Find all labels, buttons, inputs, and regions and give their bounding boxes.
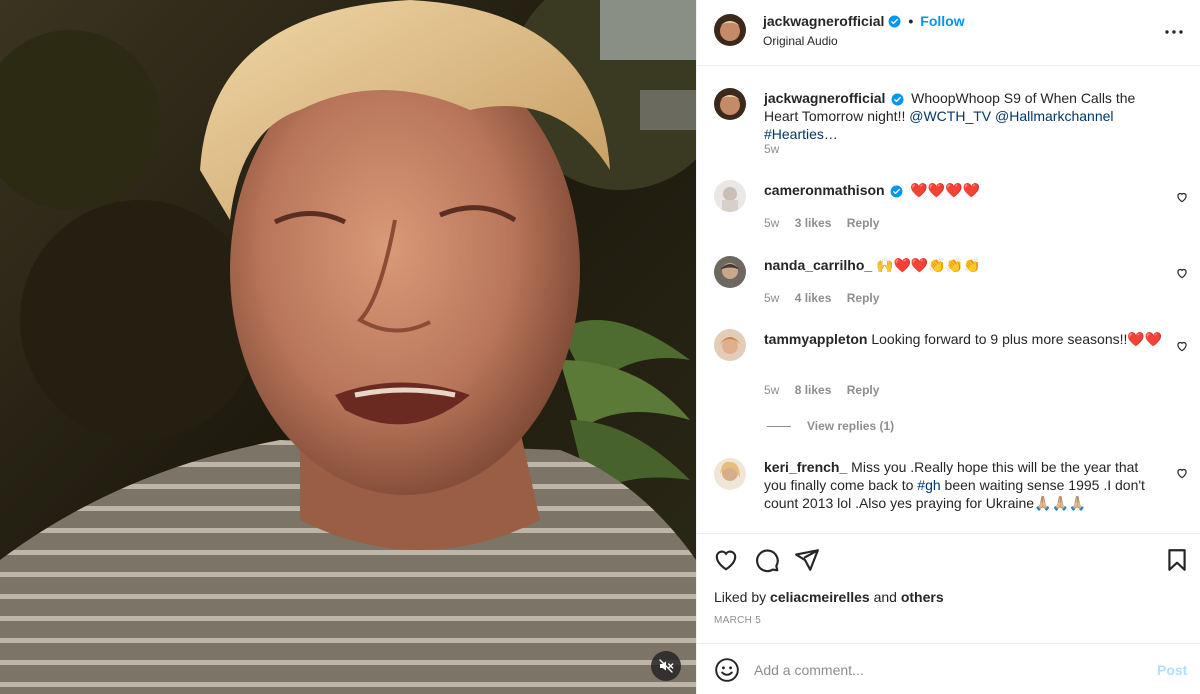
more-options-icon[interactable]: [1162, 20, 1186, 44]
commenter-username[interactable]: nanda_carrilho_: [764, 257, 872, 273]
caption-text: jackwagnerofficial WhoopWhoop S9 of When…: [764, 89, 1164, 143]
comment-likes[interactable]: 3 likes: [795, 216, 832, 230]
author-avatar[interactable]: [714, 88, 746, 120]
follow-button[interactable]: Follow: [920, 13, 964, 29]
view-replies-button[interactable]: View replies (1): [767, 419, 894, 433]
reply-button[interactable]: Reply: [847, 216, 880, 230]
comment-time: 5w: [764, 216, 780, 230]
commenter-avatar[interactable]: [714, 256, 746, 288]
save-icon[interactable]: [1164, 547, 1190, 573]
verified-badge-icon: [888, 15, 901, 27]
mute-toggle-button[interactable]: [651, 651, 681, 681]
liked-by-prefix: Liked by: [714, 589, 771, 605]
caption-hashtag[interactable]: #Hearties…: [764, 126, 838, 142]
separator-dot: •: [908, 13, 914, 29]
comment-meta: 5w 8 likes Reply: [764, 383, 891, 397]
comment-likes[interactable]: 4 likes: [795, 291, 832, 305]
post-details-panel: jackwagnerofficial • Follow Original Aud…: [696, 0, 1200, 694]
verified-badge-icon: [891, 185, 903, 198]
liked-by-others[interactable]: others: [901, 589, 944, 605]
reply-button[interactable]: Reply: [847, 291, 880, 305]
post-header: jackwagnerofficial • Follow Original Aud…: [697, 0, 1200, 66]
author-avatar[interactable]: [714, 14, 746, 46]
view-replies-label: View replies (1): [807, 419, 895, 433]
comment-text: Looking forward to 9 plus more seasons!!…: [871, 331, 1163, 347]
comment-likes[interactable]: 8 likes: [795, 383, 832, 397]
comment-time: 5w: [764, 383, 780, 397]
add-comment-bar: Post: [697, 643, 1200, 694]
comment-hashtag[interactable]: #gh: [917, 477, 940, 493]
caption-mention[interactable]: @Hallmarkchannel: [995, 108, 1113, 124]
video-frame-image: [0, 0, 696, 694]
commenter-avatar[interactable]: [714, 180, 746, 212]
caption-mention[interactable]: @WCTH_TV: [909, 108, 991, 124]
comment-meta: 5w 3 likes Reply: [764, 216, 891, 230]
comment-input[interactable]: [754, 657, 1134, 683]
commenter-username[interactable]: keri_french_: [764, 459, 847, 475]
comment-text: ❤️❤️❤️❤️: [910, 182, 981, 198]
commenter-username[interactable]: tammyappleton: [764, 331, 867, 347]
comments-list[interactable]: jackwagnerofficial WhoopWhoop S9 of When…: [697, 67, 1200, 533]
post-comment-button[interactable]: Post: [1157, 662, 1187, 678]
caption-meta: 5w: [764, 142, 791, 156]
post-actions: Liked by celiacmeirelles and others MARC…: [697, 533, 1200, 643]
comment-time: 5w: [764, 291, 780, 305]
heart-icon[interactable]: [1175, 466, 1189, 480]
heart-icon[interactable]: [1175, 339, 1189, 353]
comment-icon[interactable]: [754, 547, 780, 573]
liked-by-and: and: [869, 589, 901, 605]
comment-text: 🙌❤️❤️👏👏👏: [876, 257, 981, 273]
share-icon[interactable]: [794, 547, 820, 573]
commenter-avatar[interactable]: [714, 329, 746, 361]
liked-by-text: Liked by celiacmeirelles and others: [714, 589, 944, 605]
heart-icon[interactable]: [713, 547, 739, 573]
caption-username[interactable]: jackwagnerofficial: [764, 90, 885, 106]
author-username[interactable]: jackwagnerofficial: [763, 13, 884, 29]
heart-icon[interactable]: [1175, 190, 1189, 204]
muted-audio-icon: [659, 659, 674, 673]
replies-divider: [767, 425, 791, 427]
post-date: MARCH 5: [714, 615, 762, 626]
verified-badge-icon: [891, 93, 904, 106]
caption-time: 5w: [764, 142, 780, 156]
commenter-username[interactable]: cameronmathison: [764, 182, 885, 198]
reply-button[interactable]: Reply: [847, 383, 880, 397]
commenter-avatar[interactable]: [714, 458, 746, 490]
reel-video[interactable]: [0, 0, 696, 694]
heart-icon[interactable]: [1175, 266, 1189, 280]
emoji-icon[interactable]: [714, 657, 740, 683]
audio-label[interactable]: Original Audio: [763, 34, 838, 48]
liked-by-user[interactable]: celiacmeirelles: [770, 589, 870, 605]
comment-meta: 5w 4 likes Reply: [764, 291, 891, 305]
